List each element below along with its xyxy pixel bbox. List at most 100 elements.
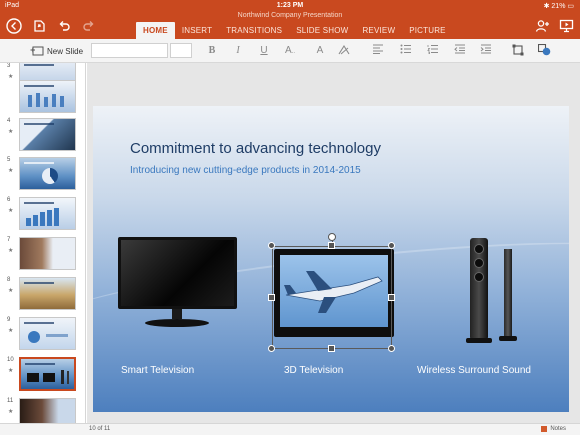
- caption-smart-tv[interactable]: Smart Television: [121, 365, 194, 376]
- current-slide[interactable]: Commitment to advancing technology Intro…: [93, 106, 569, 412]
- ribbon-toolbar: New Slide B I U A.. A: [0, 39, 580, 63]
- thumbnail-image: [19, 398, 76, 423]
- thumbnail-number: 6: [7, 197, 11, 203]
- resize-handle-left[interactable]: [268, 294, 275, 301]
- transition-star-icon: ★: [8, 368, 14, 374]
- file-icon: [34, 20, 45, 32]
- file-menu-button[interactable]: [29, 16, 49, 36]
- status-bar: iPad 1:23 PM ✱ 21% ▭: [0, 0, 580, 12]
- slide-canvas: Commitment to advancing technology Intro…: [87, 63, 580, 423]
- bullets-button[interactable]: [398, 44, 414, 58]
- resize-handle-right[interactable]: [388, 294, 395, 301]
- resize-handle-bottom-right[interactable]: [388, 345, 395, 352]
- thumbnail-image: [19, 80, 76, 113]
- italic-button[interactable]: I: [230, 44, 246, 58]
- resize-handle-top[interactable]: [328, 242, 335, 249]
- undo-button[interactable]: [54, 16, 74, 36]
- tv-stand-neck: [172, 309, 182, 319]
- align-left-icon: [373, 44, 383, 54]
- notes-icon: [541, 426, 548, 432]
- highlight-button[interactable]: [336, 44, 352, 58]
- slide-counter: 10 of 11: [89, 426, 111, 432]
- decrease-indent-button[interactable]: [452, 44, 468, 58]
- battery-percent: 21%: [551, 3, 566, 10]
- back-button[interactable]: [4, 16, 24, 36]
- transition-star-icon: ★: [8, 409, 14, 415]
- thumbnail-slide-6[interactable]: 6 ★: [0, 197, 85, 233]
- thumbnail-slide-9[interactable]: 9 ★: [0, 317, 85, 353]
- tower-speaker: [470, 238, 488, 340]
- notes-button[interactable]: Notes: [541, 426, 566, 432]
- speaker-base: [499, 336, 517, 341]
- thumbnail-image: [19, 118, 76, 151]
- resize-handle-bottom-left[interactable]: [268, 345, 275, 352]
- arrange-button[interactable]: [510, 44, 526, 58]
- thumbnail-number: 5: [7, 157, 11, 163]
- rotate-handle[interactable]: [328, 233, 336, 241]
- arrange-icon: [512, 44, 524, 56]
- tab-transitions[interactable]: TRANSITIONS: [219, 22, 289, 39]
- slide-title[interactable]: Commitment to advancing technology: [130, 140, 381, 157]
- numbering-button[interactable]: [425, 44, 441, 58]
- thumbnail-number: 4: [7, 118, 11, 124]
- font-color-button[interactable]: A: [312, 44, 328, 58]
- thumbnail-slide-7[interactable]: 7 ★: [0, 237, 85, 273]
- thumbnail-number: 8: [7, 277, 11, 283]
- new-slide-label: New Slide: [47, 46, 84, 56]
- thumbnail-slide-5[interactable]: 5 ★: [0, 157, 85, 193]
- increase-indent-button[interactable]: [478, 44, 494, 58]
- tab-review[interactable]: REVIEW: [355, 22, 402, 39]
- resize-handle-bottom[interactable]: [328, 345, 335, 352]
- underline-button[interactable]: U: [256, 44, 272, 58]
- transition-star-icon: ★: [8, 74, 14, 80]
- thumbnail-slide-11[interactable]: 11 ★: [0, 398, 85, 423]
- thumbnail-slide-8[interactable]: 8 ★: [0, 277, 85, 313]
- thumbnail-number: 7: [7, 237, 11, 243]
- align-left-button[interactable]: [370, 44, 386, 58]
- tab-picture[interactable]: PICTURE: [402, 22, 453, 39]
- shapes-button[interactable]: [536, 43, 552, 58]
- notes-label: Notes: [550, 426, 566, 432]
- font-name-field[interactable]: [91, 43, 168, 58]
- thumbnail-slide-10[interactable]: 10 ★: [0, 357, 85, 393]
- presentation-icon: [559, 19, 573, 33]
- new-slide-button[interactable]: New Slide: [30, 44, 83, 58]
- caption-3d-tv[interactable]: 3D Television: [284, 365, 343, 376]
- slide-subtitle[interactable]: Introducing new cutting-edge products in…: [130, 165, 361, 176]
- thumbnail-number: 3: [7, 63, 11, 69]
- bottom-status-bar: 10 of 11 Notes: [0, 423, 580, 435]
- transition-star-icon: ★: [8, 208, 14, 214]
- share-button[interactable]: [532, 16, 552, 36]
- thumbnail-number: 9: [7, 317, 11, 323]
- speaker-base: [466, 338, 492, 343]
- add-person-icon: [535, 20, 549, 32]
- tv-stand-base: [145, 319, 209, 327]
- thumbnail-image: [19, 157, 76, 190]
- present-button[interactable]: [556, 16, 576, 36]
- ribbon-tabs: HOME INSERT TRANSITIONS SLIDE SHOW REVIE…: [136, 22, 453, 39]
- redo-icon: [83, 21, 94, 31]
- thumbnail-image: [19, 237, 76, 270]
- transition-star-icon: ★: [8, 168, 14, 174]
- tv-screen: [118, 237, 237, 309]
- tab-home[interactable]: HOME: [136, 22, 175, 39]
- bold-button[interactable]: B: [204, 44, 220, 58]
- font-size-field[interactable]: [170, 43, 192, 58]
- battery-icon: ▭: [567, 3, 574, 10]
- caption-speakers[interactable]: Wireless Surround Sound: [417, 365, 531, 376]
- speaker-cone: [474, 244, 484, 254]
- thumbnail-slide-3b[interactable]: [0, 80, 85, 116]
- numbered-list-icon: [427, 45, 438, 55]
- thumbnail-slide-4[interactable]: 4 ★: [0, 118, 85, 154]
- thumbnail-number: 10: [7, 357, 14, 363]
- font-effects-button[interactable]: A..: [282, 44, 298, 58]
- slim-speaker: [504, 249, 512, 337]
- tab-insert[interactable]: INSERT: [175, 22, 219, 39]
- undo-icon: [59, 21, 70, 31]
- transition-star-icon: ★: [8, 328, 14, 334]
- tab-slide-show[interactable]: SLIDE SHOW: [289, 22, 355, 39]
- resize-handle-top-left[interactable]: [268, 242, 275, 249]
- resize-handle-top-right[interactable]: [388, 242, 395, 249]
- redo-button[interactable]: [79, 16, 99, 36]
- smart-tv-image[interactable]: [118, 237, 237, 335]
